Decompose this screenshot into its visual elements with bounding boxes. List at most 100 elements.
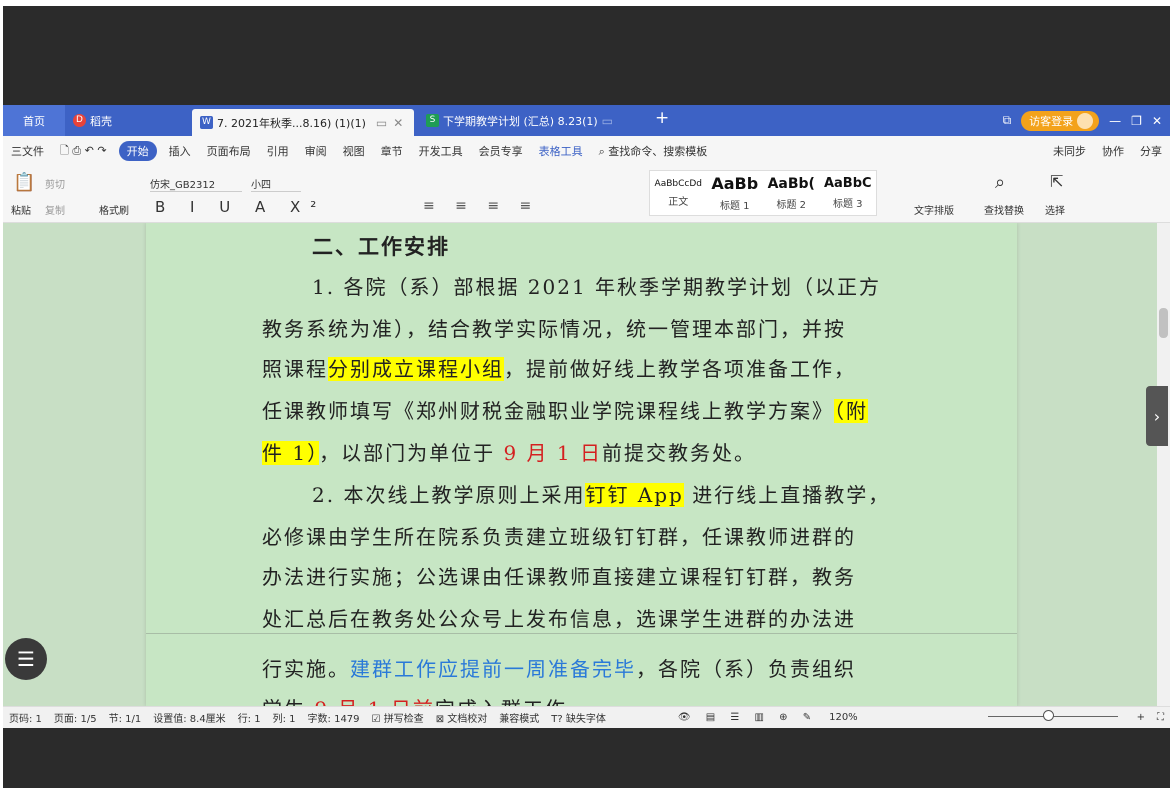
menu-layout[interactable]: 页面布局: [199, 143, 259, 159]
paragraph-line: 任课教师填写《郑州财税金融职业学院课程线上教学方案》（附: [262, 399, 868, 423]
menu-chapter[interactable]: 章节: [373, 143, 411, 159]
paste-icon[interactable]: 📋: [13, 172, 35, 193]
tab-home-label: 首页: [23, 114, 45, 128]
style-heading-2[interactable]: AaBb( 标题 2: [763, 171, 820, 215]
highlighted-text: 钉钉 App: [585, 483, 684, 507]
tab-active-document-label: 7. 2021年秋季...8.16) (1)(1): [217, 116, 366, 130]
new-tab-button[interactable]: +: [655, 108, 669, 128]
status-page-no[interactable]: 页码: 1: [3, 710, 48, 725]
paragraph-line: 2. 本次线上教学原则上采用钉钉 App 进行线上直播教学，: [312, 483, 891, 507]
search-icon: ⌕: [598, 145, 605, 158]
find-icon[interactable]: ⌕: [995, 172, 1005, 193]
status-bar: 页码: 1 页面: 1/5 节: 1/1 设置值: 8.4厘米 行: 1 列: …: [3, 706, 1170, 728]
menu-table-tools[interactable]: 表格工具: [531, 143, 591, 159]
comment-icon[interactable]: ▭: [376, 116, 387, 130]
paragraph-line: 教务系统为准），结合教学实际情况，统一管理本部门，并按: [262, 317, 846, 341]
paragraph-line: 办法进行实施；公选课由任课教师直接建立课程钉钉群，教务: [262, 565, 856, 589]
window-controls: ⧉ 访客登录 — ❐ ✕: [1003, 105, 1170, 136]
comment-icon[interactable]: ▭: [602, 114, 613, 128]
status-section[interactable]: 节: 1/1: [103, 710, 148, 725]
search-command-label: 查找命令、搜索模板: [608, 145, 708, 158]
paragraph-line: 学生 9 月 1 日前完成入群工作: [262, 693, 567, 706]
paragraph-line: 处汇总后在教务处公众号上发布信息，选课学生进群的办法进: [262, 607, 856, 631]
compat-mode[interactable]: 兼容模式: [493, 710, 545, 725]
close-tab-icon[interactable]: ✕: [393, 116, 403, 130]
menu-references[interactable]: 引用: [259, 143, 297, 159]
style-heading-1-label: 标题 1: [719, 201, 750, 212]
proofread-button[interactable]: ⊠ 文档校对: [430, 710, 494, 725]
writer-doc-icon: W: [200, 116, 213, 129]
close-window-icon[interactable]: ✕: [1152, 114, 1162, 128]
missing-font-button[interactable]: T? 缺失字体: [545, 710, 612, 725]
style-heading-3-sample: AaBbC: [823, 176, 872, 191]
tab-active-document[interactable]: W 7. 2021年秋季...8.16) (1)(1) ▭ ✕: [192, 109, 414, 136]
menu-start[interactable]: 开始: [118, 141, 157, 161]
font-size-select[interactable]: 小四: [251, 176, 301, 192]
blue-text: 建群工作应提前一周准备完毕: [350, 657, 636, 681]
scrollbar-thumb[interactable]: [1159, 308, 1168, 338]
menu-review[interactable]: 审阅: [297, 143, 335, 159]
tab-docer-label: 稻壳: [90, 114, 112, 128]
sync-status[interactable]: 未同步: [1045, 143, 1094, 159]
vertical-scrollbar[interactable]: [1157, 223, 1170, 706]
checkbox-icon: ☑: [371, 714, 381, 725]
view-mode-icons[interactable]: 👁 ▤ ☰ ▥ ⊕ ✎: [672, 712, 823, 723]
restore-icon[interactable]: ❐: [1131, 114, 1142, 128]
minimize-icon[interactable]: —: [1109, 114, 1121, 128]
text-layout-button[interactable]: 文字排版: [914, 202, 954, 217]
sheet-doc-icon: S: [426, 114, 439, 127]
tab-bar: 首页 D 稻壳 W 7. 2021年秋季...8.16) (1)(1) ▭ ✕ …: [3, 105, 1170, 136]
select-button[interactable]: 选择: [1045, 202, 1065, 217]
style-heading-3[interactable]: AaBbC 标题 3: [820, 171, 877, 215]
format-painter-button[interactable]: 格式刷: [99, 202, 129, 217]
menu-insert[interactable]: 插入: [161, 143, 199, 159]
copy-button[interactable]: 复制: [45, 202, 65, 217]
search-command[interactable]: ⌕ 查找命令、搜索模板: [591, 143, 716, 159]
font-format-icons[interactable]: B I U A X²: [155, 198, 326, 216]
quick-access-icons[interactable]: 🗋 ⎙ ↶ ↷: [52, 142, 115, 161]
style-normal-sample: AaBbCcDd: [654, 178, 702, 189]
menu-view[interactable]: 视图: [335, 143, 373, 159]
tab-spreadsheet-label: 下学期教学计划 (汇总) 8.23(1): [443, 114, 598, 128]
tab-docer[interactable]: D 稻壳: [65, 105, 185, 136]
highlighted-text: 分别成立课程小组: [328, 357, 504, 381]
share-button[interactable]: 分享: [1132, 143, 1170, 159]
collaborate-button[interactable]: 协作: [1094, 143, 1132, 159]
style-normal[interactable]: AaBbCcDd 正文: [650, 171, 707, 215]
style-heading-1[interactable]: AaBb 标题 1: [707, 171, 764, 215]
menu-member[interactable]: 会员专享: [471, 143, 531, 159]
side-panel-toggle-icon[interactable]: ›: [1146, 386, 1168, 446]
fullscreen-icon[interactable]: ⛶: [1151, 712, 1170, 723]
menu-list-icon[interactable]: ☰: [5, 638, 47, 680]
paragraph-line: 件 1），以部门为单位于 9 月 1 日前提交教务处。: [262, 441, 756, 465]
menu-file[interactable]: 三文件: [3, 143, 52, 159]
section-heading: 二、工作安排: [312, 235, 450, 259]
docer-icon: D: [73, 114, 86, 127]
zoom-level[interactable]: 120%: [823, 712, 864, 723]
menu-devtools[interactable]: 开发工具: [411, 143, 471, 159]
red-text: 9 月 1 日: [503, 441, 602, 465]
tab-spreadsheet[interactable]: S 下学期教学计划 (汇总) 8.23(1) ▭: [418, 105, 642, 136]
find-replace-button[interactable]: 查找替换: [984, 202, 1024, 217]
style-heading-1-sample: AaBb: [711, 174, 759, 193]
status-words[interactable]: 字数: 1479: [302, 710, 366, 725]
tab-home[interactable]: 首页: [3, 105, 65, 136]
style-heading-2-sample: AaBb(: [767, 175, 815, 192]
cut-button[interactable]: 剪切: [45, 176, 65, 191]
status-setting[interactable]: 设置值: 8.4厘米: [147, 710, 231, 725]
status-pages[interactable]: 页面: 1/5: [48, 710, 103, 725]
zoom-in-icon[interactable]: +: [1131, 712, 1151, 723]
paragraph-align-icons[interactable]: ≡ ≡ ≡ ≡: [423, 198, 539, 214]
highlighted-text: 件 1）: [262, 441, 320, 465]
paste-button[interactable]: 粘贴: [11, 202, 31, 217]
style-gallery: AaBbCcDd 正文 AaBb 标题 1 AaBb( 标题 2 AaBbC 标…: [649, 170, 877, 216]
login-button[interactable]: 访客登录: [1021, 110, 1100, 131]
login-label: 访客登录: [1029, 114, 1074, 128]
zoom-slider-knob[interactable]: [1043, 710, 1054, 721]
spell-check-button[interactable]: ☑ 拼写检查: [366, 710, 430, 725]
layout-icon[interactable]: ⧉: [1003, 113, 1012, 128]
cursor-icon[interactable]: ⇱: [1050, 172, 1063, 191]
paragraph-line: 必修课由学生所在院系负责建立班级钉钉群，任课教师进群的: [262, 525, 856, 549]
font-family-select[interactable]: 仿宋_GB2312: [150, 176, 242, 192]
avatar: [1077, 112, 1094, 129]
